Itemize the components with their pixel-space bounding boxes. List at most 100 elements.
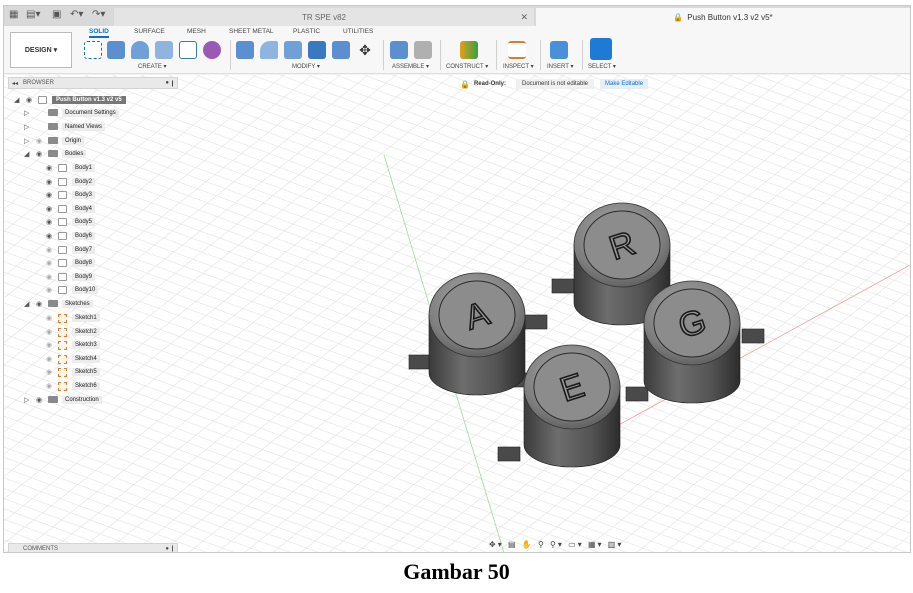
tab-surface[interactable]: SURFACE <box>134 28 165 35</box>
visibility-eye-icon[interactable]: ◉ <box>46 232 52 240</box>
sketch-icon <box>58 327 67 337</box>
create-sketch-icon[interactable] <box>84 41 102 59</box>
make-editable-button[interactable]: Make Editable <box>600 79 649 89</box>
tab-document-inactive[interactable]: TR SPE v82 ✕ <box>114 8 534 26</box>
combine-icon[interactable] <box>332 41 350 59</box>
canvas-viewport[interactable]: ARGE <box>4 75 910 552</box>
expand-arrow-icon[interactable]: ▷ <box>24 109 29 117</box>
panel-grip-icon[interactable]: ❙ <box>170 545 175 552</box>
options-dot-icon[interactable]: ● <box>165 546 169 552</box>
group-select[interactable]: SELECT ▾ <box>588 63 616 70</box>
redo-icon[interactable]: ↷▾ <box>92 9 105 20</box>
fillet-icon[interactable] <box>260 41 278 59</box>
expand-arrow-icon[interactable]: ▷ <box>24 123 29 131</box>
revolve-icon[interactable] <box>131 41 149 59</box>
orbit-icon[interactable]: ✥▾ <box>489 540 504 549</box>
fusion-app-window: ▦ ▤▾ ▣ ↶▾ ↷▾ TR SPE v82 ✕ 🔒 Push Button … <box>3 5 911 553</box>
visibility-eye-icon[interactable]: ◉ <box>46 191 52 199</box>
fit-icon[interactable]: ⚲▾ <box>550 540 564 549</box>
panel-grip-icon[interactable]: ❙ <box>170 80 175 87</box>
undo-icon[interactable]: ↶▾ <box>70 9 83 20</box>
visibility-eye-icon[interactable]: ◉ <box>46 259 52 267</box>
folder-icon <box>48 396 58 403</box>
visibility-eye-icon[interactable]: ◉ <box>26 96 32 104</box>
select-cursor-icon[interactable] <box>590 38 612 60</box>
file-menu-icon[interactable]: ▤▾ <box>26 9 40 20</box>
visibility-eye-icon[interactable]: ◉ <box>46 355 52 363</box>
folder-icon <box>48 123 58 130</box>
save-icon[interactable]: ▣ <box>52 9 61 20</box>
collapse-panel-icon[interactable]: ◂◂ <box>12 80 18 87</box>
create-form-icon[interactable] <box>203 41 221 59</box>
pattern-icon[interactable] <box>179 41 197 59</box>
close-tab-icon[interactable]: ✕ <box>520 12 528 23</box>
browser-panel-header[interactable]: ◂◂ BROWSER ● ❙ <box>8 77 178 89</box>
browser-title: BROWSER <box>23 80 55 86</box>
insert-image-icon[interactable] <box>550 41 568 59</box>
group-construct[interactable]: CONSTRUCT ▾ <box>446 63 488 70</box>
expand-arrow-icon[interactable]: ▷ <box>24 137 29 145</box>
visibility-eye-icon[interactable]: ◉ <box>46 218 52 226</box>
measure-icon[interactable] <box>508 41 526 59</box>
display-settings-icon[interactable]: ▭▾ <box>568 540 584 549</box>
group-insert[interactable]: INSERT ▾ <box>547 63 573 70</box>
tab-solid[interactable]: SOLID <box>89 28 109 38</box>
options-dot-icon[interactable]: ● <box>165 80 169 86</box>
move-icon[interactable]: ✥ <box>356 41 374 59</box>
visibility-eye-icon[interactable]: ◉ <box>46 368 52 376</box>
hole-icon[interactable] <box>155 41 173 59</box>
collapse-arrow-icon[interactable]: ◢ <box>24 150 29 158</box>
group-create[interactable]: CREATE ▾ <box>138 63 167 70</box>
tree-item-label: Body7 <box>72 245 96 254</box>
new-component-icon[interactable] <box>390 41 408 59</box>
visibility-eye-icon[interactable]: ◉ <box>36 150 42 158</box>
look-at-icon[interactable]: ▤ <box>508 540 518 549</box>
workspace-switcher-button[interactable]: DESIGN ▾ <box>10 32 72 68</box>
tree-item-label: Named Views <box>62 123 105 131</box>
divider <box>540 40 541 70</box>
visibility-eye-icon[interactable]: ◉ <box>46 328 52 336</box>
visibility-eye-icon[interactable]: ◉ <box>46 382 52 390</box>
visibility-eye-icon[interactable]: ◉ <box>36 396 42 404</box>
visibility-eye-icon[interactable]: ◉ <box>46 178 52 186</box>
tab-utilities[interactable]: UTILITIES <box>343 28 373 35</box>
app-grid-icon[interactable]: ▦ <box>9 9 18 20</box>
expand-arrow-icon[interactable]: ▷ <box>24 396 29 404</box>
comments-panel-header[interactable]: COMMENTS ● ❙ <box>8 543 178 552</box>
tab-sheet-metal[interactable]: SHEET METAL <box>229 28 274 35</box>
lock-icon: 🔒 <box>460 79 470 89</box>
visibility-eye-icon[interactable]: ◉ <box>46 246 52 254</box>
offset-plane-icon[interactable] <box>460 41 478 59</box>
viewports-icon[interactable]: ▥▾ <box>608 540 624 549</box>
collapse-arrow-icon[interactable]: ◢ <box>24 300 29 308</box>
tree-item-label: Sketch2 <box>72 327 100 336</box>
group-modify[interactable]: MODIFY ▾ <box>292 63 320 70</box>
visibility-eye-icon[interactable]: ◉ <box>36 300 42 308</box>
toolbar-ribbon: DESIGN ▾ SOLID SURFACE MESH SHEET METAL … <box>4 26 910 74</box>
visibility-eye-icon[interactable]: ◉ <box>46 341 52 349</box>
visibility-eye-icon[interactable]: ◉ <box>46 273 52 281</box>
tree-item-label: Body2 <box>72 177 96 186</box>
visibility-eye-icon[interactable]: ◉ <box>46 164 52 172</box>
visibility-eye-icon[interactable]: ◉ <box>36 137 42 145</box>
joint-icon[interactable] <box>414 41 432 59</box>
zoom-icon[interactable]: ⚲ <box>538 540 546 549</box>
visibility-eye-icon[interactable]: ◉ <box>46 314 52 322</box>
shell-icon[interactable] <box>308 41 326 59</box>
tab-mesh[interactable]: MESH <box>187 28 206 35</box>
extrude-icon[interactable] <box>107 41 125 59</box>
tree-item-label: Body10 <box>72 286 99 295</box>
collapse-arrow-icon[interactable]: ◢ <box>14 96 19 104</box>
press-pull-icon[interactable] <box>236 41 254 59</box>
tab-document-active[interactable]: 🔒 Push Button v1.3 v2 v5* <box>536 8 910 26</box>
group-inspect[interactable]: INSPECT ▾ <box>503 63 534 70</box>
sketch-icon <box>58 368 67 378</box>
visibility-eye-icon[interactable]: ◉ <box>46 286 52 294</box>
visibility-eye-icon[interactable]: ◉ <box>46 205 52 213</box>
tab-plastic[interactable]: PLASTIC <box>293 28 320 35</box>
grid-settings-icon[interactable]: ▦▾ <box>588 540 604 549</box>
group-assemble[interactable]: ASSEMBLE ▾ <box>392 63 429 70</box>
chamfer-icon[interactable] <box>284 41 302 59</box>
body-icon <box>58 218 67 227</box>
pan-icon[interactable]: ✋ <box>522 540 534 549</box>
